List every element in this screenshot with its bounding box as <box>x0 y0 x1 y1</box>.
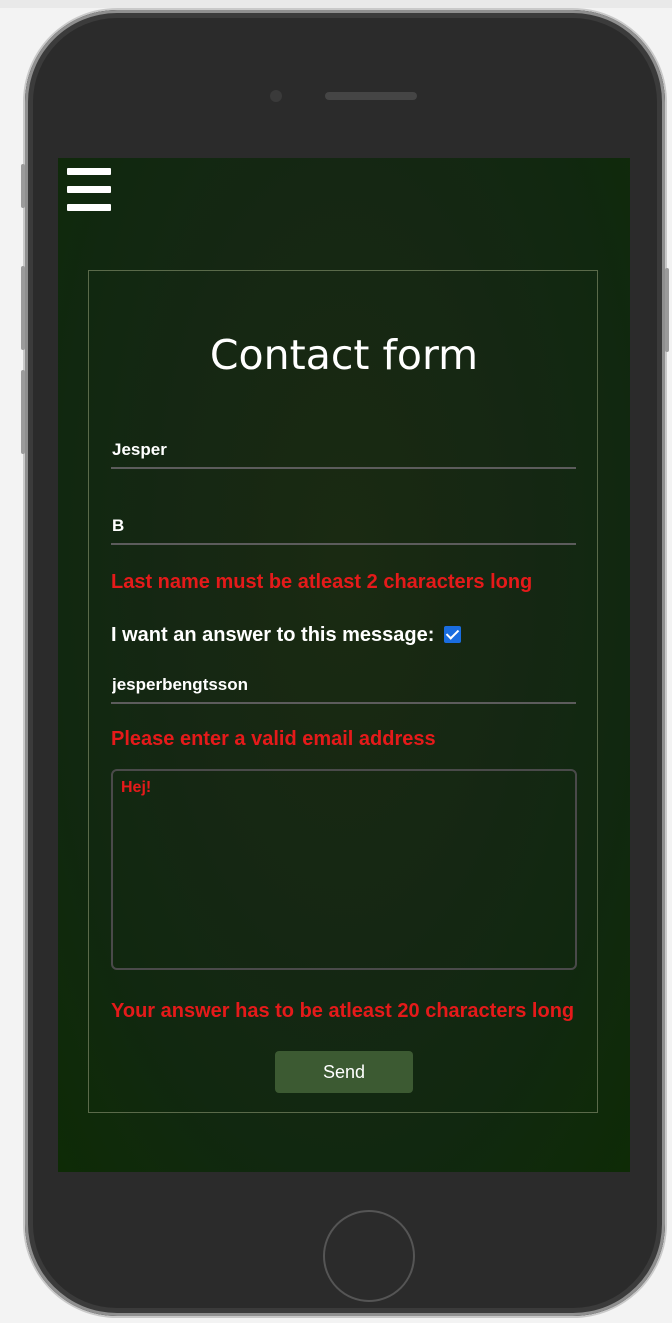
phone-silent-switch <box>21 164 25 208</box>
message-error: Your answer has to be atleast 20 charact… <box>111 1000 575 1022</box>
phone-power-button <box>665 268 669 352</box>
phone-volume-up-button <box>21 266 25 350</box>
email-input[interactable] <box>111 668 576 704</box>
app-screen: Contact form Last name must be atleast 2… <box>58 158 630 1172</box>
answer-checkbox-label: I want an answer to this message: <box>111 624 435 646</box>
first-name-input[interactable] <box>111 433 576 469</box>
phone-volume-down-button <box>21 370 25 454</box>
front-camera <box>270 90 282 102</box>
contact-form: Contact form Last name must be atleast 2… <box>88 270 598 1113</box>
last-name-error: Last name must be atleast 2 characters l… <box>111 571 533 593</box>
email-error: Please enter a valid email address <box>111 728 436 750</box>
answer-checkbox[interactable] <box>444 626 461 643</box>
hamburger-menu-icon[interactable] <box>67 168 111 212</box>
last-name-input[interactable] <box>111 509 576 545</box>
form-title: Contact form <box>209 331 479 379</box>
send-button[interactable]: Send <box>275 1051 413 1093</box>
answer-checkbox-row: I want an answer to this message: <box>111 622 461 648</box>
home-button[interactable] <box>323 1210 415 1302</box>
message-textarea[interactable]: Hej! <box>111 769 577 970</box>
browser-top-strip <box>0 0 672 8</box>
earpiece-speaker <box>325 92 417 100</box>
